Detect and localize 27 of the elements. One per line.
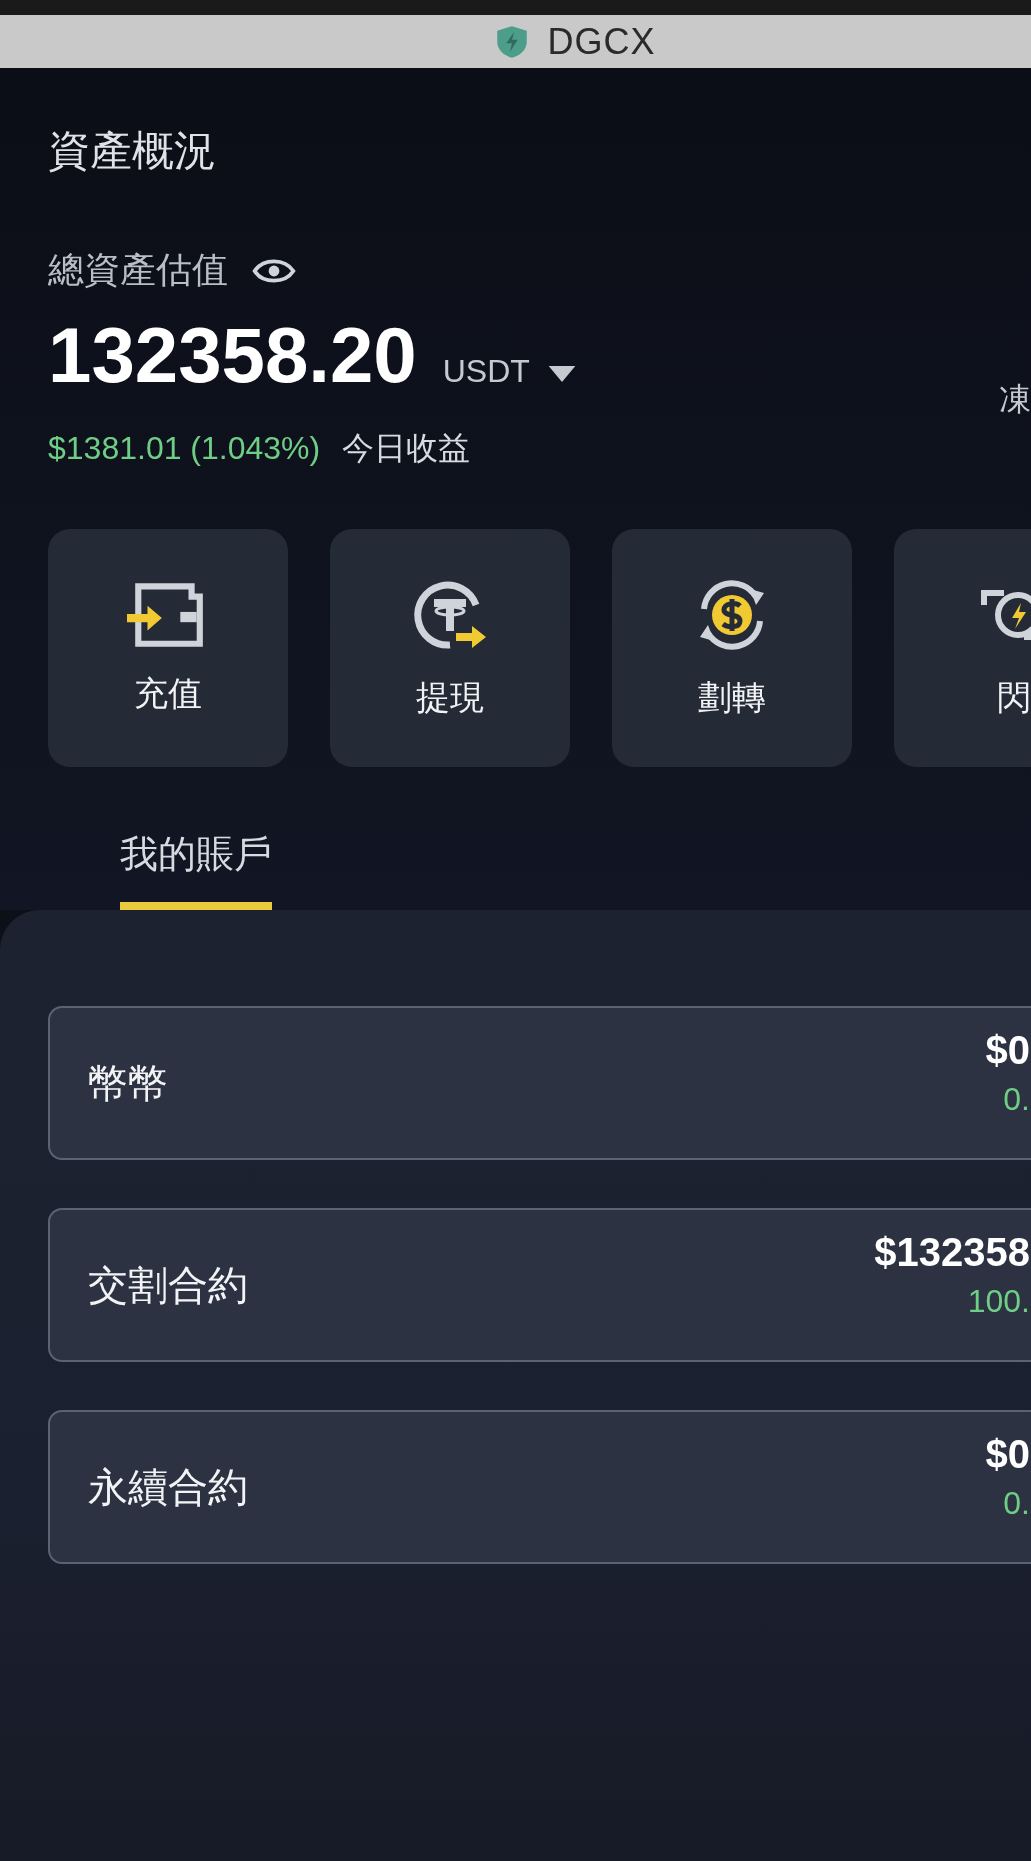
account-share: 100. <box>967 1283 1030 1320</box>
account-value: $0 <box>985 1028 1030 1073</box>
account-share: 0. <box>1003 1081 1030 1118</box>
action-button[interactable]: 提現 <box>330 529 570 767</box>
account-row[interactable]: 幣幣 $0 0. <box>48 1006 1031 1160</box>
account-name: 永續合約 <box>88 1463 248 1511</box>
account-share: 0. <box>1003 1485 1030 1522</box>
daily-profit: $1381.01 (1.043%) <box>48 430 321 467</box>
total-balance: 132358.20 <box>48 311 417 399</box>
account-value: $0 <box>985 1432 1030 1477</box>
account-row[interactable]: 永續合約 $0 0. <box>48 1410 1031 1564</box>
account-name: 交割合約 <box>88 1261 248 1309</box>
caret-icon[interactable] <box>547 366 576 382</box>
account-row[interactable]: 交割合約 $132358 100. <box>48 1208 1031 1362</box>
app-title: DGCX <box>547 21 656 62</box>
action-button[interactable]: 劃轉 <box>612 529 852 767</box>
account-name: 幣幣 <box>88 1059 168 1107</box>
total-assets-label: 總資產估值 <box>48 248 228 292</box>
action-button[interactable]: 閃 <box>894 529 1031 767</box>
eye-icon[interactable] <box>252 256 296 285</box>
page-title: 資產概況 <box>48 126 217 176</box>
account-value: $132358 <box>874 1230 1030 1275</box>
action-button[interactable]: 充值 <box>48 529 288 767</box>
currency-selector[interactable]: USDT <box>442 353 530 390</box>
frozen-label: 凍 <box>999 380 1031 419</box>
daily-profit-label: 今日收益 <box>342 429 471 468</box>
shield-logo-icon <box>495 24 530 59</box>
